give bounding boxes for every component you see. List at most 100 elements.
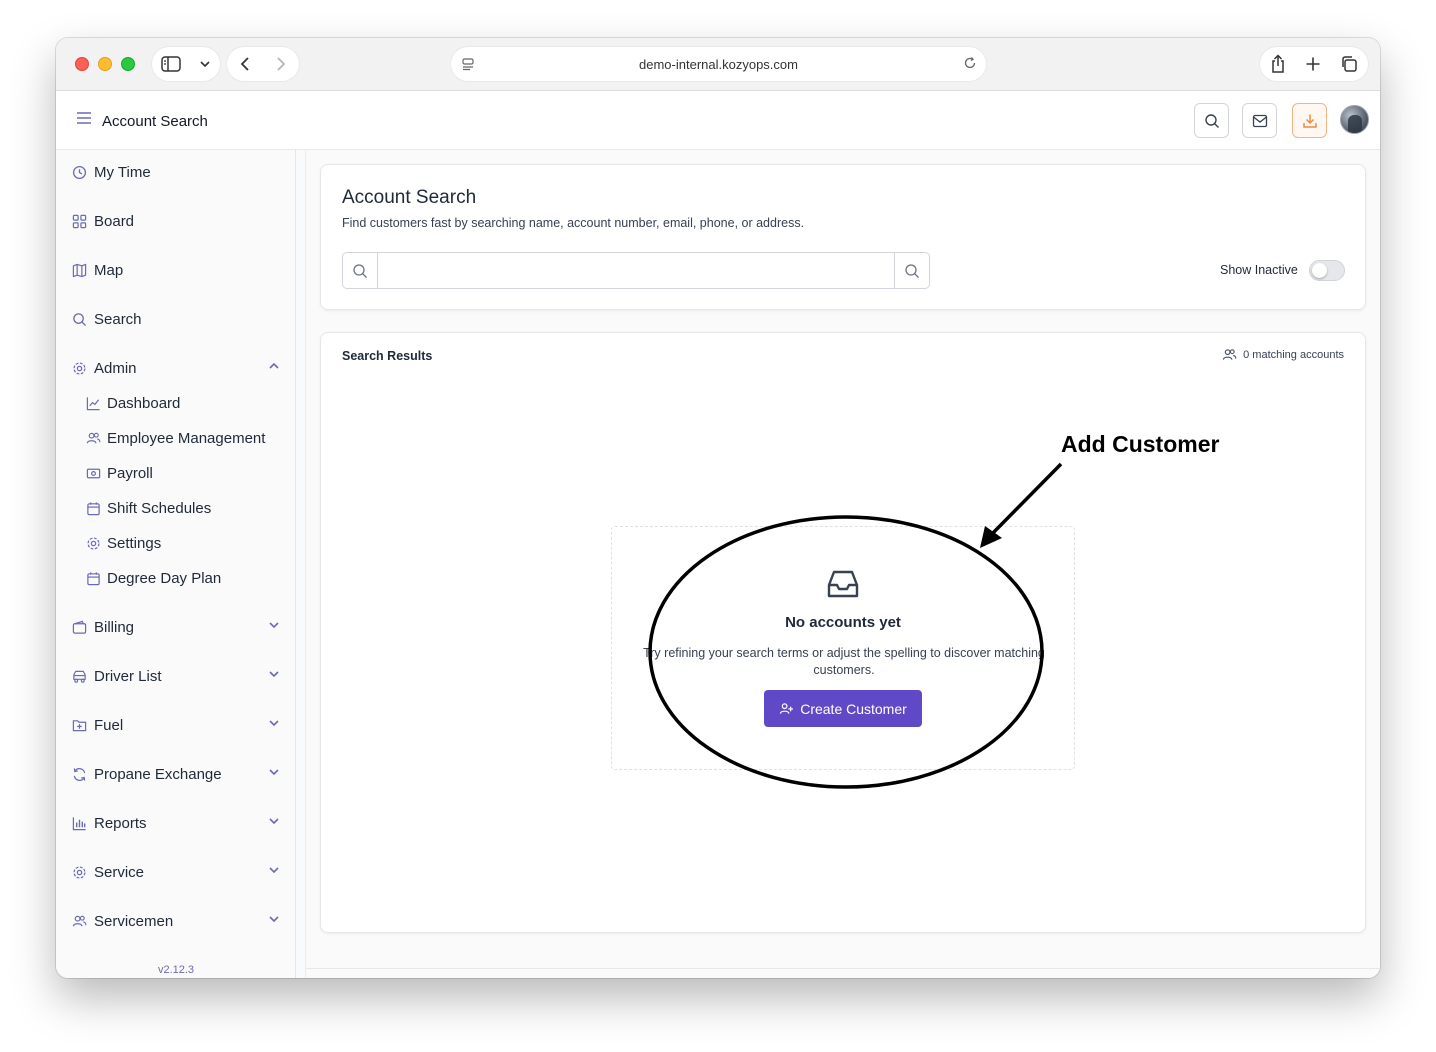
gear-icon <box>72 865 87 880</box>
sidebar-item-label: My Time <box>94 163 151 181</box>
header-download-button[interactable] <box>1292 103 1327 138</box>
tab-overview-icon[interactable] <box>1340 55 1358 73</box>
create-customer-button[interactable]: Create Customer <box>764 690 922 727</box>
header-mail-button[interactable] <box>1242 103 1277 138</box>
wallet-icon <box>72 620 87 635</box>
cash-icon <box>86 466 101 481</box>
account-search-input[interactable] <box>379 253 894 288</box>
sidebar-item-admin[interactable]: Admin <box>72 356 280 380</box>
address-bar[interactable]: demo-internal.kozyops.com <box>451 47 986 81</box>
chevron-down-icon[interactable] <box>268 815 280 827</box>
calendar-icon <box>86 571 101 586</box>
sidebar-item-label: Servicemen <box>94 912 174 930</box>
sidebar-toggle-group[interactable] <box>152 47 220 81</box>
sidebar-subitem-label: Shift Schedules <box>107 499 212 517</box>
search-card-title: Account Search <box>342 187 477 208</box>
footer-divider <box>306 968 1380 969</box>
header-search-button[interactable] <box>1194 103 1229 138</box>
chevron-down-icon[interactable] <box>268 766 280 778</box>
minimize-window-button[interactable] <box>98 57 112 71</box>
sidebar-item-label: Search <box>94 310 142 328</box>
sidebar-item-board[interactable]: Board <box>72 209 280 233</box>
search-submit-button[interactable] <box>894 253 929 288</box>
chevron-down-icon[interactable] <box>268 717 280 729</box>
refresh-icon <box>72 767 87 782</box>
app-version: v2.12.3 <box>157 964 195 976</box>
chevron-up-icon[interactable] <box>268 360 280 372</box>
sidebar-subitem-label: Payroll <box>107 464 153 482</box>
search-card-subtitle: Find customers fast by searching name, a… <box>342 216 805 230</box>
sidebar-toggle-icon[interactable] <box>161 56 181 72</box>
grid-icon <box>72 214 87 229</box>
create-customer-label: Create Customer <box>800 700 907 717</box>
sidebar-subitem-label: Settings <box>107 534 162 552</box>
zoom-window-button[interactable] <box>121 57 135 71</box>
sidebar-item-label: Driver List <box>94 667 162 685</box>
page-settings-icon[interactable] <box>461 57 475 71</box>
sidebar-item-reports[interactable]: Reports <box>72 811 280 835</box>
sidebar-item-label: Service <box>94 863 145 881</box>
sidebar: My Time Board Map Search Admin Dashboard… <box>56 150 296 978</box>
search-results-card: Search Results 0 matching accounts No ac… <box>320 332 1366 933</box>
folder-plus-icon <box>72 718 87 733</box>
show-inactive-toggle[interactable] <box>1309 260 1345 281</box>
sidebar-item-label: Fuel <box>94 716 124 734</box>
chevron-down-icon[interactable] <box>268 913 280 925</box>
sidebar-item-billing[interactable]: Billing <box>72 615 280 639</box>
sidebar-subitem-settings[interactable]: Settings <box>86 532 276 554</box>
search-icon <box>72 312 87 327</box>
sidebar-item-service[interactable]: Service <box>72 860 280 884</box>
sidebar-item-servicemen[interactable]: Servicemen <box>72 909 280 933</box>
sidebar-subitem-shift-schedules[interactable]: Shift Schedules <box>86 497 276 519</box>
user-avatar[interactable] <box>1340 105 1369 134</box>
chevron-down-icon[interactable] <box>268 864 280 876</box>
share-icon[interactable] <box>1270 54 1286 74</box>
annotation-label: Add Customer <box>1061 431 1220 457</box>
close-window-button[interactable] <box>75 57 89 71</box>
sidebar-subitem-employee-management[interactable]: Employee Management <box>86 427 276 449</box>
page-title: Account Search <box>102 113 208 130</box>
calendar-icon <box>86 501 101 516</box>
menu-icon[interactable] <box>76 111 92 125</box>
line-chart-icon <box>86 396 101 411</box>
users-icon <box>72 914 87 929</box>
truck-icon <box>72 669 87 684</box>
chevron-down-icon[interactable] <box>268 668 280 680</box>
app-header: Account Search <box>56 91 1380 150</box>
sidebar-item-search[interactable]: Search <box>72 307 280 331</box>
browser-window: demo-internal.kozyops.com Account Search <box>56 38 1380 978</box>
sidebar-subitem-degree-day-plan[interactable]: Degree Day Plan <box>86 567 276 589</box>
sidebar-item-label: Admin <box>94 359 137 377</box>
sidebar-item-map[interactable]: Map <box>72 258 280 282</box>
gear-icon <box>86 536 101 551</box>
sidebar-subitem-dashboard[interactable]: Dashboard <box>86 392 276 414</box>
users-icon <box>1222 348 1237 361</box>
sidebar-item-label: Propane Exchange <box>94 765 222 783</box>
add-user-icon <box>779 702 794 715</box>
search-icon <box>1204 113 1220 129</box>
results-count: 0 matching accounts <box>1222 348 1344 361</box>
sidebar-item-propane-exchange[interactable]: Propane Exchange <box>72 762 280 786</box>
gear-icon <box>72 361 87 376</box>
empty-state-title: No accounts yet <box>785 614 901 631</box>
sidebar-subitem-payroll[interactable]: Payroll <box>86 462 276 484</box>
sidebar-scrollbar[interactable] <box>296 150 306 978</box>
chevron-down-icon[interactable] <box>268 619 280 631</box>
results-title: Search Results <box>342 349 433 363</box>
sidebar-item-label: Reports <box>94 814 147 832</box>
clock-icon <box>72 165 87 180</box>
download-icon <box>1302 113 1318 129</box>
sidebar-item-driver-list[interactable]: Driver List <box>72 664 280 688</box>
inbox-icon <box>825 568 861 600</box>
map-icon <box>72 263 87 278</box>
sidebar-item-my-time[interactable]: My Time <box>72 160 280 184</box>
back-icon[interactable] <box>239 56 251 72</box>
sidebar-item-fuel[interactable]: Fuel <box>72 713 280 737</box>
sidebar-item-label: Billing <box>94 618 135 636</box>
reload-icon[interactable] <box>963 56 977 70</box>
url-text[interactable]: demo-internal.kozyops.com <box>639 57 798 72</box>
chevron-down-icon[interactable] <box>199 60 211 68</box>
forward-icon[interactable] <box>275 56 287 72</box>
new-tab-icon[interactable] <box>1305 56 1321 72</box>
bar-chart-icon <box>72 816 87 831</box>
